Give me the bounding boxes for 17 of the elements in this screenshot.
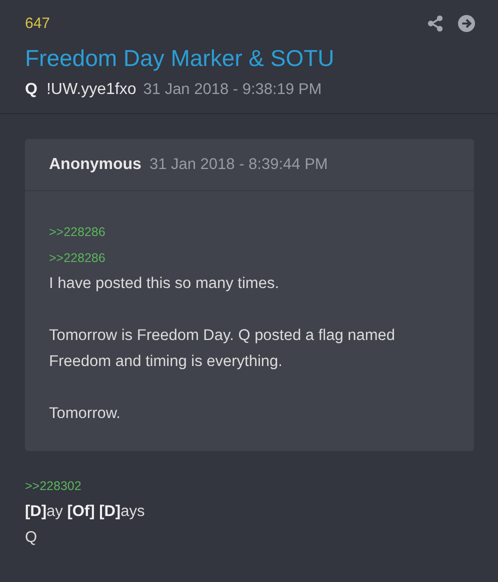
reply-link[interactable]: >>228286	[49, 219, 106, 245]
message-text: Tomorrow.	[49, 404, 120, 424]
quoted-timestamp: 31 Jan 2018 - 8:39:44 PM	[149, 156, 328, 174]
share-icon[interactable]	[427, 14, 444, 32]
message-text: [D]ay [Of] [D]ays	[25, 502, 145, 522]
message-text: Q	[25, 528, 38, 548]
post-timestamp: 31 Jan 2018 - 9:38:19 PM	[143, 81, 322, 99]
message-text: Tomorrow is Freedom Day. Q posted a flag named Freedom and timing is everything.	[49, 326, 396, 372]
arrow-right-icon[interactable]	[458, 14, 475, 32]
reply-link[interactable]: >>228286	[49, 245, 106, 271]
tripcode: !UW.yye1fxo	[46, 81, 136, 99]
post-number: 647	[25, 14, 50, 32]
reply-link[interactable]: >>228302	[25, 473, 82, 499]
message-text: I have posted this so many times.	[49, 274, 280, 294]
author-name: Q	[25, 81, 38, 99]
quoted-author: Anonymous	[49, 156, 142, 174]
post-title[interactable]: Freedom Day Marker & SOTU	[25, 44, 334, 72]
